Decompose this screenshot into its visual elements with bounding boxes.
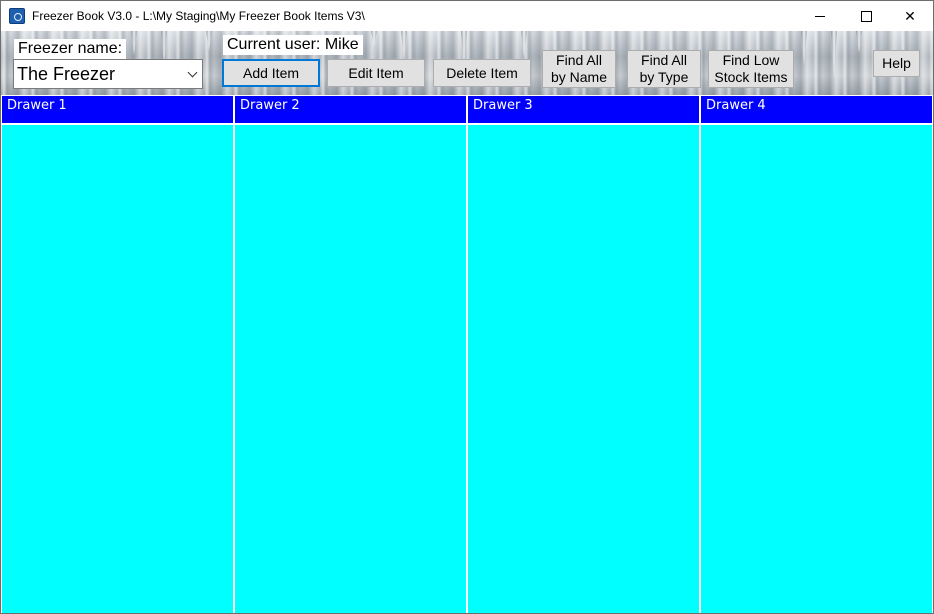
drawer-items-list[interactable] [2,125,233,613]
drawer-header[interactable]: Drawer 2 [235,96,466,123]
find-low-stock-button[interactable]: Find Low Stock Items [708,50,794,88]
find-low-stock-line1: Find Low [722,52,780,68]
icicle-decoration [831,31,837,79]
icicle-decoration [856,31,862,53]
current-user-label: Current user: Mike [223,35,363,55]
icicle-decoration [521,31,527,57]
find-all-by-type-line1: Find All [641,52,687,68]
freezer-select[interactable]: The Freezer [13,59,203,89]
drawer-header[interactable]: Drawer 4 [701,96,932,123]
minimize-button[interactable] [797,1,843,31]
minimize-icon [815,15,825,17]
delete-item-button[interactable]: Delete Item [433,59,531,87]
find-all-by-type-button[interactable]: Find All by Type [627,50,701,88]
find-all-by-name-line1: Find All [556,52,602,68]
icicle-decoration [401,31,407,59]
drawer-column: Drawer 1 [2,96,233,613]
drawer-header[interactable]: Drawer 1 [2,96,233,123]
snowflake-app-icon[interactable] [9,8,25,24]
find-all-by-type-line2: by Type [639,69,689,85]
maximize-button[interactable] [843,1,889,31]
find-all-by-name-line2: by Name [550,69,608,85]
chevron-down-icon [187,67,198,78]
title-bar: Freezer Book V3.0 - L:\My Staging\My Fre… [1,1,933,31]
drawer-column: Drawer 3 [468,96,699,613]
window-title: Freezer Book V3.0 - L:\My Staging\My Fre… [32,9,365,23]
maximize-icon [860,10,872,22]
close-icon: ✕ [904,7,916,24]
find-low-stock-line2: Stock Items [714,69,788,85]
find-all-by-name-button[interactable]: Find All by Name [542,50,616,88]
drawer-items-list[interactable] [468,125,699,613]
app-window: Freezer Book V3.0 - L:\My Staging\My Fre… [0,0,934,614]
icicle-decoration [131,31,137,55]
edit-item-button[interactable]: Edit Item [327,59,425,87]
freezer-select-value: The Freezer [17,64,116,84]
drawer-grid: Drawer 1 Drawer 2 Drawer 3 Drawer 4 [1,96,933,613]
help-button[interactable]: Help [873,50,920,77]
drawer-column: Drawer 2 [235,96,466,613]
icicle-decoration [801,31,807,65]
add-item-button[interactable]: Add Item [222,59,320,87]
close-button[interactable]: ✕ [887,1,933,31]
freezer-name-label: Freezer name: [14,39,127,59]
drawer-items-list[interactable] [701,125,932,613]
icicle-decoration [371,31,377,47]
drawer-header[interactable]: Drawer 3 [468,96,699,123]
icicle-decoration [206,31,212,51]
drawer-items-list[interactable] [235,125,466,613]
drawer-column: Drawer 4 [701,96,932,613]
